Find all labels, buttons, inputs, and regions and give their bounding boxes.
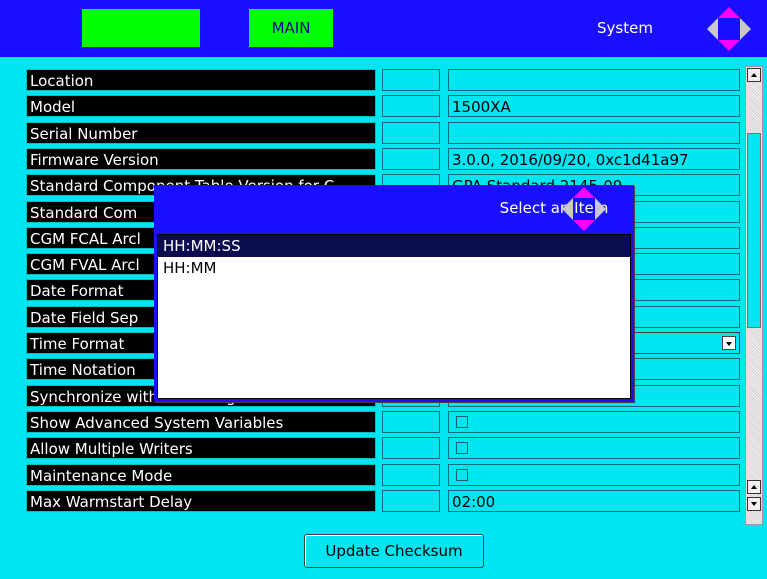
row-unit-cell	[382, 121, 440, 144]
row-label: Serial Number	[26, 121, 376, 144]
arrow-down-icon[interactable]	[718, 40, 740, 51]
arrow-up-icon[interactable]	[573, 187, 595, 198]
arrow-down-icon[interactable]	[573, 220, 595, 231]
table-row: Serial Number	[26, 121, 740, 146]
row-label: Maintenance Mode	[26, 463, 376, 486]
header-bar: MAIN System	[0, 0, 767, 57]
table-row: Firmware Version 3.0.0, 2016/09/20, 0xc1d…	[26, 147, 740, 172]
row-label: Allow Multiple Writers	[26, 437, 376, 460]
table-row: Location	[26, 69, 740, 93]
row-value[interactable]: 3.0.0, 2016/09/20, 0xc1d41a97	[448, 147, 740, 170]
table-row: Allow Multiple Writers	[26, 437, 740, 461]
scroll-up-button[interactable]	[747, 68, 761, 82]
dialog-option[interactable]: HH:MM:SS	[158, 235, 630, 257]
dialog-option[interactable]: HH:MM	[158, 257, 630, 279]
row-unit-cell	[382, 463, 440, 486]
row-value[interactable]: 1500XA	[448, 95, 740, 118]
row-value[interactable]	[448, 410, 740, 433]
table-row: Model 1500XA	[26, 95, 740, 119]
table-row: Show Advanced System Variables	[26, 410, 740, 435]
row-label: Max Warmstart Delay	[26, 489, 376, 512]
select-item-dialog: Select an Item HH:MM:SS HH:MM	[154, 185, 634, 402]
row-unit-cell	[382, 437, 440, 460]
dialog-option-list: HH:MM:SS HH:MM	[157, 234, 631, 399]
row-value-text: 3.0.0, 2016/09/20, 0xc1d41a97	[452, 150, 689, 169]
arrow-left-icon[interactable]	[707, 18, 718, 40]
main-button[interactable]: MAIN	[249, 9, 333, 47]
row-unit-cell	[382, 410, 440, 433]
row-value-text: 1500XA	[452, 98, 511, 117]
row-unit-cell	[382, 95, 440, 118]
row-unit-cell	[382, 69, 440, 91]
row-label: Model	[26, 95, 376, 118]
scroll-down-button[interactable]	[747, 497, 761, 511]
scroll-thumb[interactable]	[747, 133, 761, 328]
row-unit-cell	[382, 147, 440, 170]
table-row: Maintenance Mode	[26, 463, 740, 488]
arrow-left-icon[interactable]	[562, 198, 573, 220]
row-value[interactable]	[448, 69, 740, 91]
row-value[interactable]: 02:00	[448, 489, 740, 512]
row-unit-cell	[382, 489, 440, 512]
row-label: Firmware Version	[26, 147, 376, 170]
update-checksum-button[interactable]: Update Checksum	[304, 534, 484, 568]
chevron-down-icon[interactable]	[722, 336, 736, 350]
row-value[interactable]	[448, 437, 740, 460]
scroll-step-up-button[interactable]	[747, 480, 761, 494]
vertical-scrollbar[interactable]	[745, 66, 763, 525]
four-way-arrow-icon[interactable]	[707, 7, 751, 51]
table-row: Max Warmstart Delay 02:00	[26, 489, 740, 514]
checkbox[interactable]	[456, 468, 468, 481]
arrow-up-icon[interactable]	[718, 7, 740, 18]
arrow-right-icon[interactable]	[740, 18, 751, 40]
row-label: Show Advanced System Variables	[26, 410, 376, 433]
page-title: System	[597, 19, 653, 37]
four-way-arrow-icon[interactable]	[562, 187, 606, 231]
arrow-right-icon[interactable]	[595, 198, 606, 220]
row-label: Location	[26, 69, 376, 91]
row-value[interactable]	[448, 463, 740, 486]
header-button-blank[interactable]	[82, 9, 200, 47]
row-value-text: 02:00	[452, 492, 496, 511]
checkbox[interactable]	[456, 415, 468, 428]
checkbox[interactable]	[456, 442, 468, 455]
row-value[interactable]	[448, 121, 740, 144]
